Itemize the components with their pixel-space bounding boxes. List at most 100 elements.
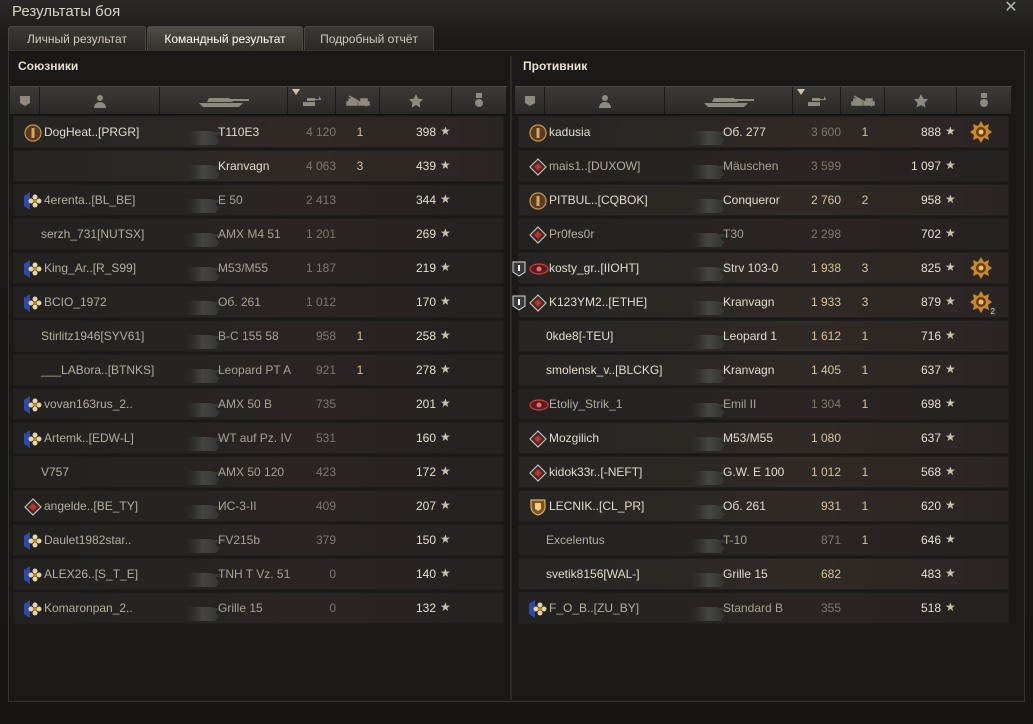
player-row[interactable]: mais1..[DUXOW] Mäuschen 3 599 1 097 ★ (518, 150, 1009, 182)
player-row[interactable]: F_O_B..[ZU_BY] Standard B 355 518 ★ (518, 592, 1009, 624)
player-name[interactable]: Stirlitz1946[SYV61] (41, 329, 144, 343)
player-name[interactable]: BCIO_1972 (44, 295, 107, 309)
player-name[interactable]: Mozgilich (549, 431, 599, 445)
battle-results-window: Результаты боя ✕ Личный результат Команд… (0, 0, 1033, 724)
player-row[interactable]: Excelentus T-10 871 1 646 ★ (518, 524, 1009, 556)
player-name[interactable]: serzh_731[NUTSX] (41, 227, 144, 241)
player-row[interactable]: Etoliy_Strik_1 Emil II 1 304 1 698 ★ (518, 388, 1009, 420)
player-name[interactable]: Etoliy_Strik_1 (549, 397, 622, 411)
damage-value: 1 933 (810, 295, 841, 309)
medal-icon[interactable] (970, 121, 992, 143)
tab-detailed[interactable]: Подробный отчёт (304, 26, 434, 50)
player-name[interactable]: Pr0fes0r (549, 227, 594, 241)
player-name[interactable]: PITBUL..[CQBOK] (549, 193, 648, 207)
xp-star-icon: ★ (440, 464, 451, 478)
player-name[interactable]: Daulet1982star.. (44, 533, 131, 547)
player-row[interactable]: vovan163rus_2.. AMX 50 B 735 201 ★ (13, 388, 504, 420)
player-row[interactable]: Daulet1982star.. FV215b 379 150 ★ (13, 524, 504, 556)
player-row[interactable]: LECNIK..[CL_PR] Об. 261 931 1 620 ★ (518, 490, 1009, 522)
kills-value: 1 (861, 329, 869, 343)
player-row[interactable]: kosty_gr..[IIOHT] Strv 103-0 1 938 3 825 ★ (512, 252, 1009, 284)
xp-star-icon: ★ (945, 226, 956, 240)
player-row[interactable]: King_Ar..[R_S99] M53/M55 1 187 219 ★ (13, 252, 504, 284)
player-name[interactable]: K123YM2..[ETHE] (549, 295, 647, 309)
player-row[interactable]: svetik8156[WAL-] Grille 15 682 483 ★ (518, 558, 1009, 590)
xp-star-icon: ★ (945, 294, 956, 308)
player-row[interactable]: angelde..[BE_TY] ИС-3-II 409 207 ★ (13, 490, 504, 522)
player-name[interactable]: F_O_B..[ZU_BY] (549, 601, 639, 615)
column-medal[interactable] (957, 87, 1012, 114)
medal-icon[interactable]: 2 (970, 291, 996, 316)
xp-value: 258 (415, 329, 436, 343)
tank-name: Об. 261 (723, 499, 766, 513)
player-row[interactable]: ___LABora..[BTNKS] Leopard PT A 921 1 278 ★ (13, 354, 504, 386)
medal-icon[interactable] (970, 257, 992, 279)
sort-arrow-icon (797, 89, 805, 95)
xp-star-icon: ★ (440, 498, 451, 512)
player-name[interactable]: smolensk_v..[BLCKG] (546, 363, 662, 377)
player-name[interactable]: Artemk..[EDW-L] (44, 431, 134, 445)
player-row[interactable]: Komaronpan_2.. Grille 15 0 132 ★ (13, 592, 504, 624)
player-name[interactable]: 0kde8[-TEU] (546, 329, 613, 343)
player-name[interactable]: V757 (41, 465, 69, 479)
player-name[interactable]: ALEX26..[S_T_E] (44, 567, 138, 581)
player-row[interactable]: smolensk_v..[BLCKG] Kranvagn 1 405 1 637 ★ (518, 354, 1009, 386)
close-icon[interactable]: ✕ (1002, 0, 1020, 18)
enemies-panel: Противник kadusia Об. 277 3 600 1 888 ★ mais1.… (512, 52, 1012, 700)
player-name[interactable]: LECNIK..[CL_PR] (549, 499, 644, 513)
player-name[interactable]: kadusia (549, 125, 590, 139)
player-row[interactable]: K123YM2..[ETHE] Kranvagn 1 933 3 879 ★ 2 (512, 286, 1009, 318)
player-row[interactable]: Artemk..[EDW-L] WT auf Pz. IV 531 160 ★ (13, 422, 504, 454)
tank-name: Об. 261 (218, 295, 261, 309)
damage-value: 958 (315, 329, 336, 343)
tab-team[interactable]: Командный результат (147, 26, 303, 50)
column-squad[interactable] (10, 87, 40, 114)
column-xp[interactable] (380, 87, 452, 114)
xp-star-icon: ★ (945, 260, 956, 274)
player-row[interactable]: Mozgilich M53/M55 1 080 637 ★ (518, 422, 1009, 454)
player-name[interactable]: kosty_gr..[IIOHT] (549, 261, 639, 275)
column-xp[interactable] (885, 87, 957, 114)
player-row[interactable]: DogHeat..[PRGR] T110E3 4 120 1 398 ★ (13, 116, 504, 148)
column-player[interactable] (545, 87, 665, 114)
player-row[interactable]: ALEX26..[S_T_E] TNH T Vz. 51 0 140 ★ (13, 558, 504, 590)
tab-personal[interactable]: Личный результат (8, 26, 146, 50)
player-name[interactable]: Excelentus (546, 533, 605, 547)
player-name[interactable]: svetik8156[WAL-] (546, 567, 640, 581)
player-row[interactable]: BCIO_1972 Об. 261 1 012 170 ★ (13, 286, 504, 318)
player-row[interactable]: serzh_731[NUTSX] AMX M4 51 1 201 269 ★ (13, 218, 504, 250)
player-row[interactable]: PITBUL..[CQBOK] Conqueror 2 760 2 958 ★ (518, 184, 1009, 216)
player-row[interactable]: 4erenta..[BL_BE] E 50 2 413 344 ★ (13, 184, 504, 216)
player-name[interactable]: Komaronpan_2.. (44, 601, 133, 615)
column-tank[interactable] (665, 87, 793, 114)
column-kills[interactable] (841, 87, 885, 114)
player-name[interactable]: angelde..[BE_TY] (44, 499, 138, 513)
player-name[interactable]: mais1..[DUXOW] (549, 159, 640, 173)
player-row[interactable]: 0kde8[-TEU] Leopard 1 1 612 1 716 ★ (518, 320, 1009, 352)
player-row[interactable]: V757 AMX 50 120 423 172 ★ (13, 456, 504, 488)
player-row[interactable]: Pr0fes0r T30 2 298 702 ★ (518, 218, 1009, 250)
damage-value: 2 760 (810, 193, 841, 207)
column-kills[interactable] (336, 87, 380, 114)
player-row[interactable]: kadusia Об. 277 3 600 1 888 ★ (518, 116, 1009, 148)
column-player[interactable] (40, 87, 160, 114)
player-name[interactable]: King_Ar..[R_S99] (44, 261, 136, 275)
player-row[interactable]: kidok33r..[-NEFT] G.W. E 100 1 012 1 568 ★ (518, 456, 1009, 488)
column-damage[interactable] (288, 87, 336, 114)
player-name[interactable]: ___LABora..[BTNKS] (41, 363, 154, 377)
player-name[interactable]: vovan163rus_2.. (44, 397, 133, 411)
column-squad[interactable] (515, 87, 545, 114)
player-row[interactable]: Kranvagn 4 063 3 439 ★ (13, 150, 504, 182)
allies-title: Союзники (18, 59, 79, 73)
column-tank[interactable] (160, 87, 288, 114)
column-medal[interactable] (452, 87, 507, 114)
xp-star-icon: ★ (945, 464, 956, 478)
column-damage[interactable] (793, 87, 841, 114)
player-name[interactable]: kidok33r..[-NEFT] (549, 465, 642, 479)
player-name[interactable]: DogHeat..[PRGR] (44, 125, 139, 139)
flower-badge-icon (24, 192, 42, 210)
player-row[interactable]: Stirlitz1946[SYV61] В-С 155 58 958 1 258 ★ (13, 320, 504, 352)
damage-value: 0 (329, 601, 336, 615)
xp-value: 170 (415, 295, 436, 309)
player-name[interactable]: 4erenta..[BL_BE] (44, 193, 135, 207)
